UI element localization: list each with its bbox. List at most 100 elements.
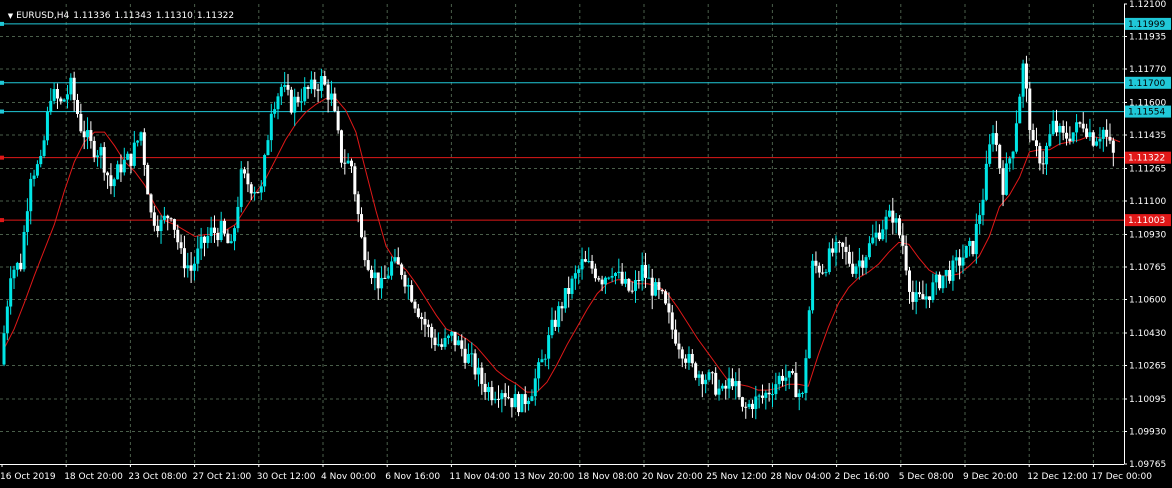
bear-candle-body [142, 132, 146, 165]
bull-candle-body [991, 133, 995, 145]
bull-candle-body [988, 144, 992, 164]
bear-candle-body [463, 348, 467, 363]
x-tick-label: 5 Dec 08:00 [899, 472, 954, 482]
bear-candle-body [213, 227, 217, 233]
bear-candle-body [146, 164, 150, 195]
bear-candle-body [172, 219, 176, 230]
x-tick-label: 20 Nov 20:00 [642, 472, 703, 482]
bear-candle-body [286, 85, 290, 90]
bear-candle-body [72, 77, 76, 100]
bull-candle-body [139, 132, 143, 141]
bull-candle-body [974, 223, 978, 255]
level-price-text: 1.11003 [1128, 216, 1165, 226]
bear-candle-body [740, 397, 744, 407]
bear-candle-body [223, 220, 227, 234]
bear-candle-body [376, 272, 380, 289]
bull-candle-body [771, 394, 775, 396]
bear-candle-body [430, 326, 434, 338]
bear-candle-body [750, 403, 754, 410]
bull-candle-body [587, 261, 591, 263]
bull-candle-body [236, 206, 240, 229]
bear-candle-body [336, 111, 340, 131]
price-axis-labels: 1.121001.119351.117701.116001.114351.112… [1124, 0, 1166, 470]
bear-candle-body [106, 172, 110, 176]
bull-candle-body [276, 96, 280, 110]
bull-candle-body [533, 378, 537, 397]
bull-candle-body [824, 272, 828, 274]
x-tick-label: 17 Dec 00:00 [1091, 472, 1152, 482]
bull-candle-body [894, 218, 898, 223]
y-tick-label: 1.11435 [1129, 131, 1166, 141]
bear-candle-body [1068, 138, 1072, 142]
y-tick-label: 1.09765 [1129, 460, 1166, 470]
bull-candle-body [747, 403, 751, 407]
bear-candle-body [844, 246, 848, 252]
bear-candle-body [523, 394, 527, 405]
bull-candle-body [112, 179, 116, 187]
bull-candle-body [951, 260, 955, 281]
bull-candle-body [450, 331, 454, 336]
bull-candle-body [1044, 145, 1048, 165]
dropdown-triangle-icon[interactable]: ▼ [8, 12, 13, 20]
low-price: 1.11310 [155, 11, 193, 21]
bull-candle-body [386, 275, 390, 279]
bull-candle-body [86, 130, 90, 138]
bear-candle-body [637, 280, 641, 282]
bull-candle-body [309, 79, 313, 89]
x-tick-label: 13 Nov 20:00 [514, 472, 575, 482]
bear-candle-body [600, 279, 604, 285]
bull-candle-body [801, 392, 805, 394]
bear-candle-body [202, 236, 206, 243]
x-tick-label: 4 Nov 00:00 [321, 472, 376, 482]
y-tick-label: 1.10265 [1129, 361, 1166, 371]
level-price-text: 1.11554 [1128, 108, 1165, 118]
bull-candle-body [787, 371, 791, 378]
bull-candle-body [981, 199, 985, 216]
bear-candle-body [343, 162, 347, 164]
bear-candle-body [89, 130, 93, 141]
bull-candle-body [1048, 134, 1052, 146]
bull-candle-body [1021, 63, 1025, 97]
bull-candle-body [1101, 129, 1105, 139]
bull-candle-body [520, 394, 524, 413]
bear-candle-body [1111, 140, 1115, 153]
price-chart[interactable]: 1.121001.119351.117701.116001.114351.112… [0, 0, 1172, 488]
bear-candle-body [744, 406, 748, 408]
bull-candle-body [39, 155, 43, 165]
chart-background [0, 0, 1172, 488]
bear-candle-body [400, 264, 404, 275]
bull-candle-body [513, 394, 517, 408]
bull-candle-body [233, 228, 237, 242]
bull-candle-body [1051, 120, 1055, 135]
bull-candle-body [797, 393, 801, 398]
bear-candle-body [684, 358, 688, 363]
bear-candle-body [423, 318, 427, 325]
bull-candle-body [199, 236, 203, 249]
bear-candle-body [433, 337, 437, 346]
bear-candle-body [473, 353, 477, 375]
bull-candle-body [537, 362, 541, 379]
bear-candle-body [660, 289, 664, 292]
bear-candle-body [674, 329, 678, 344]
level-anchor-handle [0, 218, 4, 223]
bull-candle-body [540, 359, 544, 363]
bull-candle-body [209, 227, 213, 237]
bear-candle-body [483, 383, 487, 393]
x-tick-label: 9 Dec 20:00 [963, 472, 1018, 482]
bear-candle-body [837, 241, 841, 243]
bear-candle-body [567, 288, 571, 294]
bull-candle-body [550, 319, 554, 336]
bull-candle-body [944, 270, 948, 276]
bear-candle-body [877, 232, 881, 240]
bear-candle-body [182, 248, 186, 269]
bear-candle-body [323, 76, 327, 85]
bear-candle-body [714, 372, 718, 395]
bear-candle-body [149, 194, 153, 213]
bear-candle-body [593, 268, 597, 279]
bull-candle-body [159, 219, 163, 232]
bull-candle-body [259, 186, 263, 193]
bull-candle-body [96, 155, 100, 158]
bull-candle-body [867, 243, 871, 258]
bull-candle-body [25, 211, 29, 232]
bull-candle-body [62, 99, 66, 102]
